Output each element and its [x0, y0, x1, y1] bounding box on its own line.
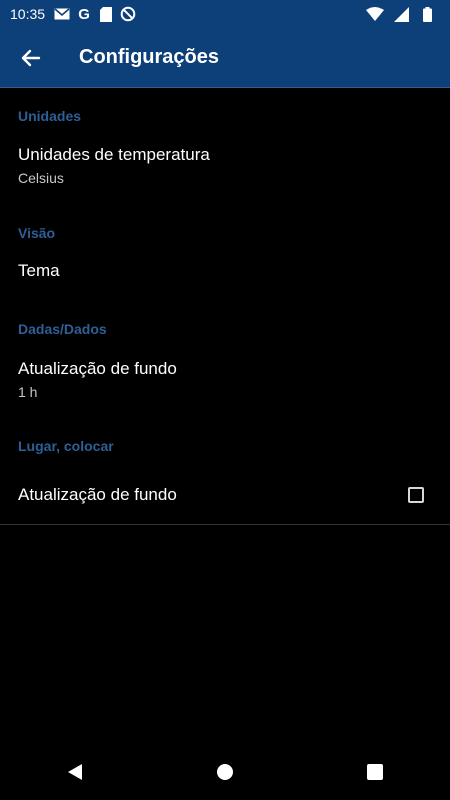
theme-preference[interactable]: Tema	[0, 261, 450, 321]
divider	[0, 524, 450, 525]
navigation-bar	[0, 744, 450, 800]
google-icon: G	[78, 5, 90, 23]
nav-recents-button[interactable]	[345, 752, 405, 792]
circle-home-icon	[217, 764, 233, 780]
page-title: Configurações	[79, 46, 220, 68]
section-header-vision: Visão	[18, 225, 56, 241]
wifi-icon	[366, 5, 384, 23]
sd-card-icon	[97, 5, 115, 23]
status-bar: 10:35 G	[0, 0, 450, 28]
place-background-update-checkbox[interactable]	[408, 487, 424, 503]
temperature-units-value: Celsius	[18, 170, 64, 186]
app-bar: Configurações	[0, 28, 450, 88]
nav-home-button[interactable]	[195, 752, 255, 792]
theme-label: Tema	[18, 261, 60, 280]
gmail-icon	[53, 5, 71, 23]
background-update-value: 1 h	[18, 384, 38, 400]
section-header-units: Unidades	[18, 108, 82, 124]
data-saver-icon	[119, 5, 137, 23]
temperature-units-preference[interactable]: Unidades de temperatura Celsius	[0, 145, 450, 195]
background-update-preference[interactable]: Atualização de fundo 1 h	[0, 359, 450, 409]
battery-icon	[418, 5, 436, 23]
cell-signal-icon	[392, 5, 410, 23]
back-button[interactable]	[0, 28, 62, 88]
status-time: 10:35	[10, 6, 46, 22]
nav-back-button[interactable]	[45, 752, 105, 792]
arrow-back-icon	[21, 49, 41, 66]
background-update-label: Atualização de fundo	[18, 359, 177, 378]
section-header-place: Lugar, colocar	[18, 438, 114, 454]
square-recents-icon	[367, 764, 383, 780]
place-background-update-label: Atualização de fundo	[18, 485, 177, 504]
triangle-back-icon	[68, 764, 82, 780]
temperature-units-label: Unidades de temperatura	[18, 145, 210, 164]
place-background-update-preference[interactable]: Atualização de fundo	[0, 466, 450, 524]
section-header-data: Dadas/Dados	[18, 321, 107, 337]
